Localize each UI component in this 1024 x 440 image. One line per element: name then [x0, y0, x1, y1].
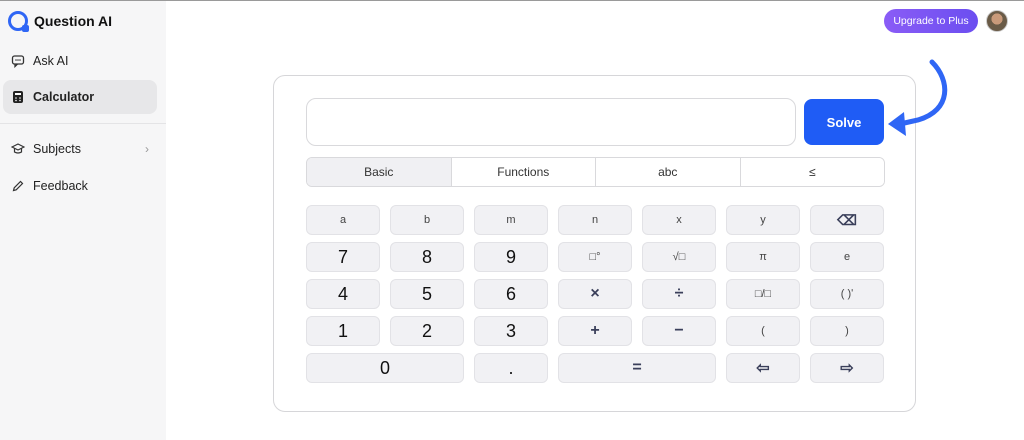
- logo[interactable]: Question AI: [8, 11, 113, 32]
- tab-inequality[interactable]: ≤: [740, 158, 884, 186]
- key-1[interactable]: 1: [306, 316, 380, 346]
- sidebar-item-ask-ai[interactable]: Ask AI: [3, 44, 157, 78]
- key-2[interactable]: 2: [390, 316, 464, 346]
- key-7[interactable]: 7: [306, 242, 380, 272]
- key-fraction[interactable]: □/□: [726, 279, 800, 309]
- key-pi[interactable]: π: [726, 242, 800, 272]
- expression-input[interactable]: [306, 98, 796, 146]
- keyboard-tabs: Basic Functions abc ≤: [306, 157, 885, 187]
- cursor-right-key[interactable]: ⇨: [810, 353, 884, 383]
- avatar[interactable]: [986, 10, 1008, 32]
- key-a[interactable]: a: [306, 205, 380, 235]
- key-3[interactable]: 3: [474, 316, 548, 346]
- tab-basic[interactable]: Basic: [307, 158, 452, 186]
- tab-abc[interactable]: abc: [596, 158, 741, 186]
- upgrade-button[interactable]: Upgrade to Plus: [884, 9, 978, 33]
- key-y[interactable]: y: [726, 205, 800, 235]
- key-9[interactable]: 9: [474, 242, 548, 272]
- key-8[interactable]: 8: [390, 242, 464, 272]
- key-0[interactable]: 0: [306, 353, 464, 383]
- key-equals[interactable]: =: [558, 353, 716, 383]
- chat-bubble-icon: [11, 54, 25, 68]
- sidebar-item-subjects[interactable]: Subjects ›: [3, 132, 157, 166]
- solve-button[interactable]: Solve: [804, 99, 884, 145]
- sidebar-divider: [0, 123, 166, 124]
- chevron-right-icon: ›: [145, 142, 149, 156]
- backspace-key[interactable]: ⌫: [810, 205, 884, 235]
- sidebar-item-label: Subjects: [33, 142, 81, 156]
- key-close-paren[interactable]: ): [810, 316, 884, 346]
- key-minus[interactable]: −: [642, 316, 716, 346]
- cursor-left-key[interactable]: ⇦: [726, 353, 800, 383]
- key-sqrt[interactable]: √□: [642, 242, 716, 272]
- key-x[interactable]: x: [642, 205, 716, 235]
- key-n[interactable]: n: [558, 205, 632, 235]
- logo-icon: [8, 11, 29, 32]
- key-divide[interactable]: ÷: [642, 279, 716, 309]
- key-multiply[interactable]: ×: [558, 279, 632, 309]
- annotation-arrow-icon: [888, 59, 948, 136]
- key-6[interactable]: 6: [474, 279, 548, 309]
- calculator-panel: Solve Basic Functions abc ≤ a b m n x y …: [273, 75, 916, 412]
- calculator-icon: [11, 90, 25, 104]
- tab-functions[interactable]: Functions: [451, 158, 596, 186]
- key-5[interactable]: 5: [390, 279, 464, 309]
- key-open-paren[interactable]: (: [726, 316, 800, 346]
- sidebar-item-calculator[interactable]: Calculator: [3, 80, 157, 114]
- key-b[interactable]: b: [390, 205, 464, 235]
- pencil-icon: [11, 179, 25, 193]
- sidebar-item-label: Ask AI: [33, 54, 69, 68]
- app-name: Question AI: [34, 13, 113, 29]
- key-degree[interactable]: □°: [558, 242, 632, 272]
- sidebar-item-label: Feedback: [33, 179, 88, 193]
- graduation-cap-icon: [11, 142, 25, 156]
- sidebar: Question AI Ask AI Calculator Subjects ›…: [0, 1, 166, 440]
- key-decimal[interactable]: .: [474, 353, 548, 383]
- sidebar-item-label: Calculator: [33, 90, 95, 104]
- key-4[interactable]: 4: [306, 279, 380, 309]
- key-plus[interactable]: +: [558, 316, 632, 346]
- key-derivative[interactable]: ( )ʹ: [810, 279, 884, 309]
- sidebar-item-feedback[interactable]: Feedback: [3, 169, 157, 203]
- key-e[interactable]: e: [810, 242, 884, 272]
- key-m[interactable]: m: [474, 205, 548, 235]
